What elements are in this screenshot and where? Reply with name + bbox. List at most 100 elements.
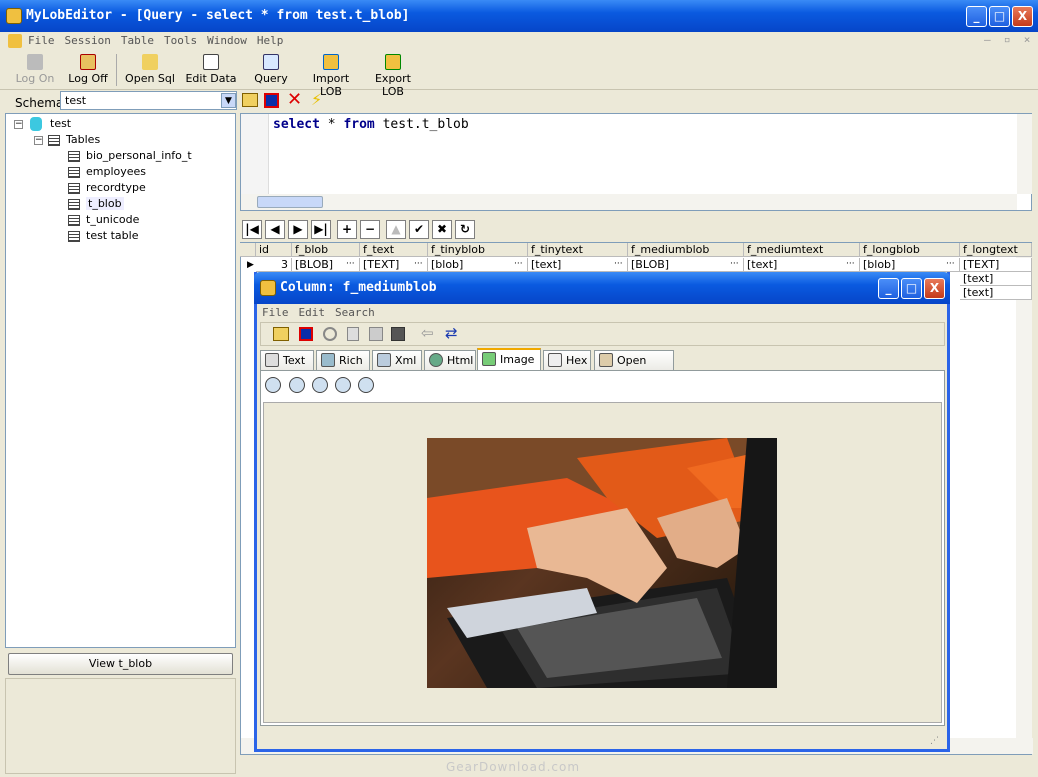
tree-root[interactable]: test [50,117,71,130]
grid-cell[interactable]: [BLOB] [628,258,744,272]
log-off-button[interactable]: Log Off [66,54,110,85]
zoom-in-icon[interactable] [265,377,281,393]
post-button[interactable]: ✔ [409,220,429,239]
print-icon[interactable] [391,327,405,341]
grid-cell[interactable]: [TEXT] [960,258,1032,272]
next-record-button[interactable]: ▶ [288,220,308,239]
open-sql-button[interactable]: Open Sql [124,54,176,85]
open-icon[interactable] [273,327,289,341]
tab-xml[interactable]: Xml [372,350,422,370]
menu-window[interactable]: Window [207,34,247,47]
tree-item-table[interactable]: test table [68,229,138,242]
popup-titlebar[interactable]: Column: f_mediumblob [254,272,950,304]
minimize-button[interactable]: _ [966,6,987,27]
save-icon[interactable] [264,93,279,108]
log-on-button[interactable]: Log On [14,54,56,85]
zoom-width-icon[interactable] [335,377,351,393]
mdi-controls[interactable]: – ▫ × [984,33,1030,46]
zoom-out-icon[interactable] [289,377,305,393]
sql-text[interactable]: select * from test.t_blob [273,117,469,132]
grid-cell[interactable]: [text] [528,258,628,272]
view-table-button[interactable]: View t_blob [8,653,233,675]
ellipsis-button[interactable]: ··· [414,259,423,269]
first-record-button[interactable]: |◀ [242,220,262,239]
grid-cell[interactable]: [blob] [428,258,528,272]
column-header[interactable]: id [256,243,292,257]
resize-grip-icon[interactable]: ⋰ [930,736,942,748]
collapse-toggle[interactable]: − [34,136,43,145]
tab-hex[interactable]: Hex [543,350,591,370]
delete-icon[interactable]: ✕ [287,89,302,110]
tab-rich[interactable]: Rich [316,350,370,370]
refresh-button[interactable]: ↻ [455,220,475,239]
tree-item-table[interactable]: recordtype [68,181,146,194]
save-icon[interactable] [299,327,313,341]
chevron-down-icon[interactable]: ▼ [221,93,236,108]
insert-record-button[interactable]: + [337,220,357,239]
zoom-fit-icon[interactable] [312,377,328,393]
tab-text[interactable]: Text [260,350,314,370]
zoom-height-icon[interactable] [358,377,374,393]
last-record-button[interactable]: ▶| [311,220,331,239]
popup-minimize-button[interactable]: _ [878,278,899,299]
grid-cell[interactable]: [text] [960,272,1032,286]
sql-hscrollbar[interactable] [241,194,1017,210]
popup-maximize-button[interactable]: □ [901,278,922,299]
close-button[interactable]: X [1012,6,1033,27]
popup-menu-search[interactable]: Search [335,306,375,319]
tree-item-table-selected[interactable]: t_blob [68,197,124,210]
replace-icon[interactable] [369,327,383,341]
ellipsis-button[interactable]: ··· [846,259,855,269]
maximize-button[interactable]: □ [989,6,1010,27]
column-header[interactable]: f_longtext [960,243,1032,257]
window-titlebar[interactable]: MyLobEditor - [Query - select * from tes… [0,0,1038,32]
grid-cell[interactable]: [text] [960,286,1032,300]
grid-cell[interactable]: [text] [744,258,860,272]
ellipsis-button[interactable]: ··· [514,259,523,269]
column-header[interactable]: f_mediumblob [628,243,744,257]
column-header[interactable]: f_longblob [860,243,960,257]
schema-select[interactable]: test [60,91,237,110]
tab-open-with[interactable]: Open with [594,350,674,386]
sql-vscrollbar[interactable] [1017,114,1032,194]
export-lob-button[interactable]: Export LOB [364,54,422,98]
column-header[interactable]: f_tinyblob [428,243,528,257]
grid-cell[interactable]: 3 [256,258,292,272]
popup-menu-edit[interactable]: Edit [299,306,326,319]
grid-cell[interactable]: [blob] [860,258,960,272]
execute-icon[interactable]: ⚡ [311,90,322,109]
tab-image[interactable]: Image [477,348,541,371]
grid-vscrollbar[interactable] [1016,243,1032,754]
popup-menu-file[interactable]: File [262,306,289,319]
column-header[interactable]: f_blob [292,243,360,257]
mdi-icon[interactable] [8,34,22,48]
edit-record-button[interactable]: ▲ [386,220,406,239]
tree-item-table[interactable]: bio_personal_info_t [68,149,192,162]
menu-session[interactable]: Session [65,34,111,47]
tree-item-table[interactable]: t_unicode [68,213,139,226]
sql-editor[interactable]: select * from test.t_blob [240,113,1032,211]
prior-record-button[interactable]: ◀ [265,220,285,239]
popup-app-icon[interactable] [260,280,276,296]
tables-folder[interactable]: Tables [48,133,100,146]
open-folder-icon[interactable] [242,93,258,107]
column-header[interactable]: f_tinytext [528,243,628,257]
tree-item-table[interactable]: employees [68,165,146,178]
swap-arrow-icon[interactable]: ⇄ [445,324,458,342]
find-next-icon[interactable] [347,327,359,341]
menu-file[interactable]: File [28,34,55,47]
query-button[interactable]: Query [252,54,290,85]
find-icon[interactable] [323,327,337,341]
cancel-button[interactable]: ✖ [432,220,452,239]
ellipsis-button[interactable]: ··· [730,259,739,269]
app-icon[interactable] [6,8,22,24]
delete-record-button[interactable]: − [360,220,380,239]
tab-html[interactable]: Html [424,350,476,370]
menu-table[interactable]: Table [121,34,154,47]
menu-tools[interactable]: Tools [164,34,197,47]
ellipsis-button[interactable]: ··· [346,259,355,269]
column-header[interactable]: f_text [360,243,428,257]
back-arrow-icon[interactable]: ⇦ [421,324,434,342]
scroll-thumb[interactable] [257,196,323,208]
ellipsis-button[interactable]: ··· [614,259,623,269]
